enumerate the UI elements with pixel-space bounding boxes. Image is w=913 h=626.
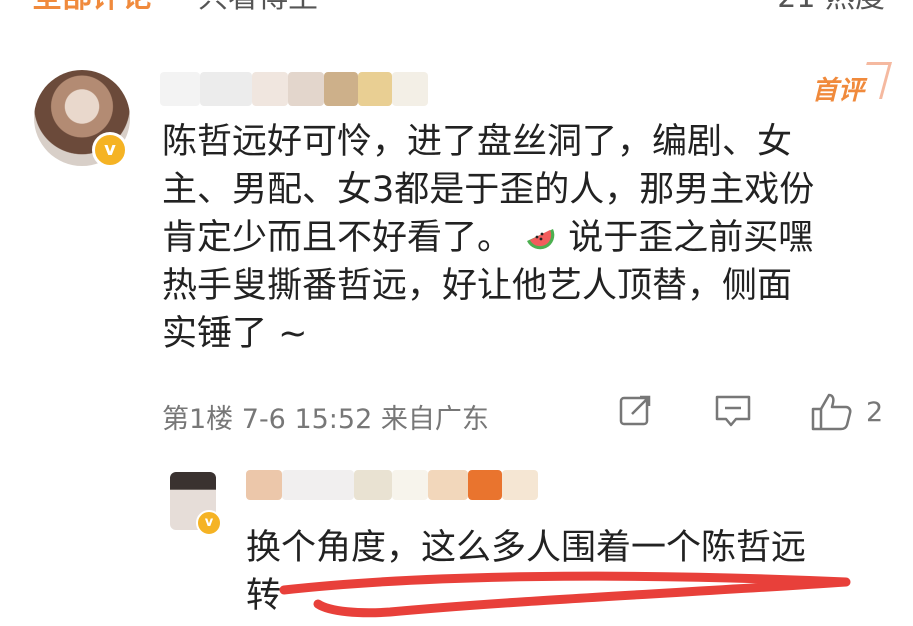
first-comment-tag-mark [857,62,892,99]
like-button[interactable] [810,392,854,432]
reply-line: 换个角度，这么多人围着一个陈哲远 [246,528,807,568]
comment-icon [715,395,751,427]
verified-badge-icon: v [92,132,128,168]
comment-line-text: 肯定少而且不好看了。 [162,218,513,258]
reply-verified-badge-icon: v [196,510,222,536]
share-icon [619,395,651,426]
tab-all-comments[interactable]: 全部评论 [32,0,152,16]
share-button[interactable] [618,392,654,428]
reply-line: 转 [246,576,282,616]
first-comment-tag: 首评 [812,76,865,106]
watermelon-icon [527,229,555,250]
comment-line: 陈哲远好可怜，进了盘丝洞了，编剧、女 [162,122,793,162]
sort-hot[interactable]: 21 热度 [777,0,885,16]
reply-body: 换个角度，这么多人围着一个陈哲远 转 [246,524,886,620]
comment-body: 陈哲远好可怜，进了盘丝洞了，编剧、女 主、男配、女3都是于歪的人，那男主戏份 肯… [162,118,882,358]
comment-button[interactable] [714,392,752,430]
comment-line-text: 说于歪之前买嘿 [568,218,814,258]
comment-line: 实锤了 ~ [162,314,308,354]
comment-line-with-emoji: 肯定少而且不好看了。 说于歪之前买嘿 [162,214,882,262]
comment-meta: 第1楼 7-6 15:52 来自广东 [162,404,489,435]
comment-line: 主、男配、女3都是于歪的人，那男主戏份 [162,170,815,210]
thumbs-up-icon [811,393,852,431]
comment-line: 热手叟撕番哲远，好让他艺人顶替，侧面 [162,266,793,306]
like-count: 2 [866,397,884,428]
tab-op-only[interactable]: 只看博主 [198,0,318,16]
comment-filter-bar: 全部评论 只看博主 21 热度 [0,0,913,16]
